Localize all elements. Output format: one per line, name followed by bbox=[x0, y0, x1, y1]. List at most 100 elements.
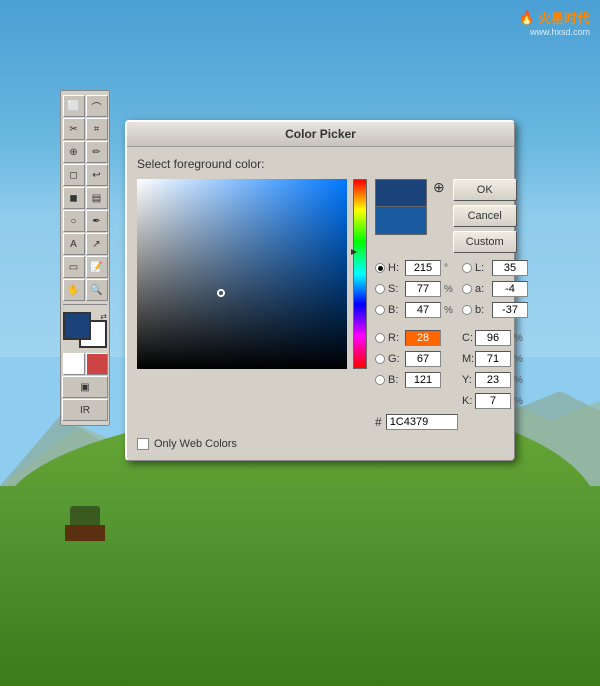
type-tool[interactable]: A bbox=[63, 233, 85, 255]
label-R: R: bbox=[388, 332, 402, 344]
pen-tool[interactable]: ✒ bbox=[86, 210, 108, 232]
standard-mode-btn[interactable] bbox=[63, 353, 85, 375]
tool-row-7: A ↗ bbox=[63, 233, 108, 255]
custom-button[interactable]: Custom bbox=[453, 231, 517, 253]
fg-bg-color-box[interactable]: ⇄ bbox=[63, 312, 107, 348]
path-tool[interactable]: ↗ bbox=[86, 233, 108, 255]
input-b2[interactable] bbox=[492, 302, 528, 318]
hex-hash: # bbox=[375, 415, 382, 429]
tool-row-1: ⬜ ⌒ bbox=[63, 95, 108, 117]
unit-C: % bbox=[514, 333, 524, 344]
input-M[interactable] bbox=[475, 351, 511, 367]
radio-H[interactable] bbox=[375, 263, 385, 273]
field-row-G: G: bbox=[375, 350, 454, 368]
radio-b2[interactable] bbox=[462, 305, 472, 315]
gradient-tool[interactable]: ▤ bbox=[86, 187, 108, 209]
quickmask-mode-btn[interactable] bbox=[86, 353, 108, 375]
imageready-btn[interactable]: IR bbox=[62, 399, 108, 421]
input-C[interactable] bbox=[475, 330, 511, 346]
dodge-tool[interactable]: ○ bbox=[63, 210, 85, 232]
radio-a[interactable] bbox=[462, 284, 472, 294]
field-row-a: a: bbox=[462, 280, 528, 298]
shape-tool[interactable]: ▭ bbox=[63, 256, 85, 278]
marquee-tool[interactable]: ⬜ bbox=[63, 95, 85, 117]
label-K: K: bbox=[462, 395, 472, 407]
slice-tool[interactable]: ⌗ bbox=[86, 118, 108, 140]
all-fields: H: ° S: % bbox=[375, 259, 528, 410]
input-K[interactable] bbox=[475, 393, 511, 409]
input-S[interactable] bbox=[405, 281, 441, 297]
photoshop-toolbar: ⬜ ⌒ ✂ ⌗ ⊕ ✏ ◻ ↩ ◼ ▤ ○ ✒ A ↗ ▭ 📝 ✋ 🔍 ⇄ bbox=[60, 90, 110, 426]
radio-B[interactable] bbox=[375, 305, 385, 315]
crop-tool[interactable]: ✂ bbox=[63, 118, 85, 140]
radio-S[interactable] bbox=[375, 284, 385, 294]
input-Y[interactable] bbox=[475, 372, 511, 388]
field-row-S: S: % bbox=[375, 280, 454, 298]
color-field-dark-overlay bbox=[137, 179, 347, 369]
hsb-rgb-fields: H: ° S: % bbox=[375, 259, 454, 410]
right-panel: ⊕ OK Cancel Custom H: bbox=[375, 179, 528, 430]
label-Y: Y: bbox=[462, 374, 472, 386]
unit-M: % bbox=[514, 354, 524, 365]
history-tool[interactable]: ↩ bbox=[86, 164, 108, 186]
field-row-Y: Y: % bbox=[462, 371, 528, 389]
radio-R[interactable] bbox=[375, 333, 385, 343]
radio-L[interactable] bbox=[462, 263, 472, 273]
color-field-container[interactable] bbox=[137, 179, 347, 369]
input-G[interactable] bbox=[405, 351, 441, 367]
hue-slider[interactable] bbox=[353, 179, 367, 369]
field-row-K: K: % bbox=[462, 392, 528, 410]
eraser-tool[interactable]: ◼ bbox=[63, 187, 85, 209]
lab-cmyk-fields: L: a: b: bbox=[462, 259, 528, 410]
input-B[interactable] bbox=[405, 302, 441, 318]
web-colors-checkbox[interactable] bbox=[137, 438, 149, 450]
logo-brand: 🔥 火星时代 bbox=[519, 8, 590, 27]
new-color-swatch bbox=[375, 179, 427, 207]
label-H: H: bbox=[388, 262, 402, 274]
hex-input[interactable] bbox=[386, 414, 458, 430]
hue-slider-container[interactable] bbox=[353, 179, 369, 369]
input-R[interactable] bbox=[405, 330, 441, 346]
tool-row-5: ◼ ▤ bbox=[63, 187, 108, 209]
hand-tool[interactable]: ✋ bbox=[63, 279, 85, 301]
dialog-title: Color Picker bbox=[285, 127, 356, 141]
logo-url: www.hxsd.com bbox=[519, 27, 590, 37]
radio-Blue[interactable] bbox=[375, 375, 385, 385]
hex-row: # bbox=[375, 414, 528, 430]
input-L[interactable] bbox=[492, 260, 528, 276]
healing-tool[interactable]: ⊕ bbox=[63, 141, 85, 163]
swap-colors-icon[interactable]: ⇄ bbox=[100, 312, 107, 321]
stamp-tool[interactable]: ◻ bbox=[63, 164, 85, 186]
input-Blue[interactable] bbox=[405, 372, 441, 388]
old-color-swatch bbox=[375, 207, 427, 235]
tool-row-6: ○ ✒ bbox=[63, 210, 108, 232]
screen-mode-btn[interactable]: ▣ bbox=[62, 376, 108, 398]
dialog-titlebar: Color Picker bbox=[127, 122, 514, 147]
label-B: B: bbox=[388, 304, 402, 316]
web-colors-label: Only Web Colors bbox=[154, 438, 237, 450]
logo-icon: 🔥 bbox=[519, 10, 535, 26]
zoom-tool[interactable]: 🔍 bbox=[86, 279, 108, 301]
color-field-gradient bbox=[137, 179, 347, 369]
input-H[interactable] bbox=[405, 260, 441, 276]
tool-row-3: ⊕ ✏ bbox=[63, 141, 108, 163]
tool-row-masks bbox=[63, 353, 108, 375]
field-row-M: M: % bbox=[462, 350, 528, 368]
cancel-button[interactable]: Cancel bbox=[453, 205, 517, 227]
notes-tool[interactable]: 📝 bbox=[86, 256, 108, 278]
tool-row-4: ◻ ↩ bbox=[63, 164, 108, 186]
ok-button[interactable]: OK bbox=[453, 179, 517, 201]
label-S: S: bbox=[388, 283, 402, 295]
hue-slider-thumb bbox=[351, 249, 369, 255]
lasso-tool[interactable]: ⌒ bbox=[86, 95, 108, 117]
radio-G[interactable] bbox=[375, 354, 385, 364]
unit-S: % bbox=[444, 284, 454, 295]
input-a[interactable] bbox=[492, 281, 528, 297]
field-row-B: B: % bbox=[375, 301, 454, 319]
eyedropper-icon[interactable]: ⊕ bbox=[433, 179, 445, 196]
field-row-H: H: ° bbox=[375, 259, 454, 277]
tool-row-2: ✂ ⌗ bbox=[63, 118, 108, 140]
foreground-color-swatch[interactable] bbox=[63, 312, 91, 340]
brush-tool[interactable]: ✏ bbox=[86, 141, 108, 163]
color-field[interactable] bbox=[137, 179, 347, 369]
